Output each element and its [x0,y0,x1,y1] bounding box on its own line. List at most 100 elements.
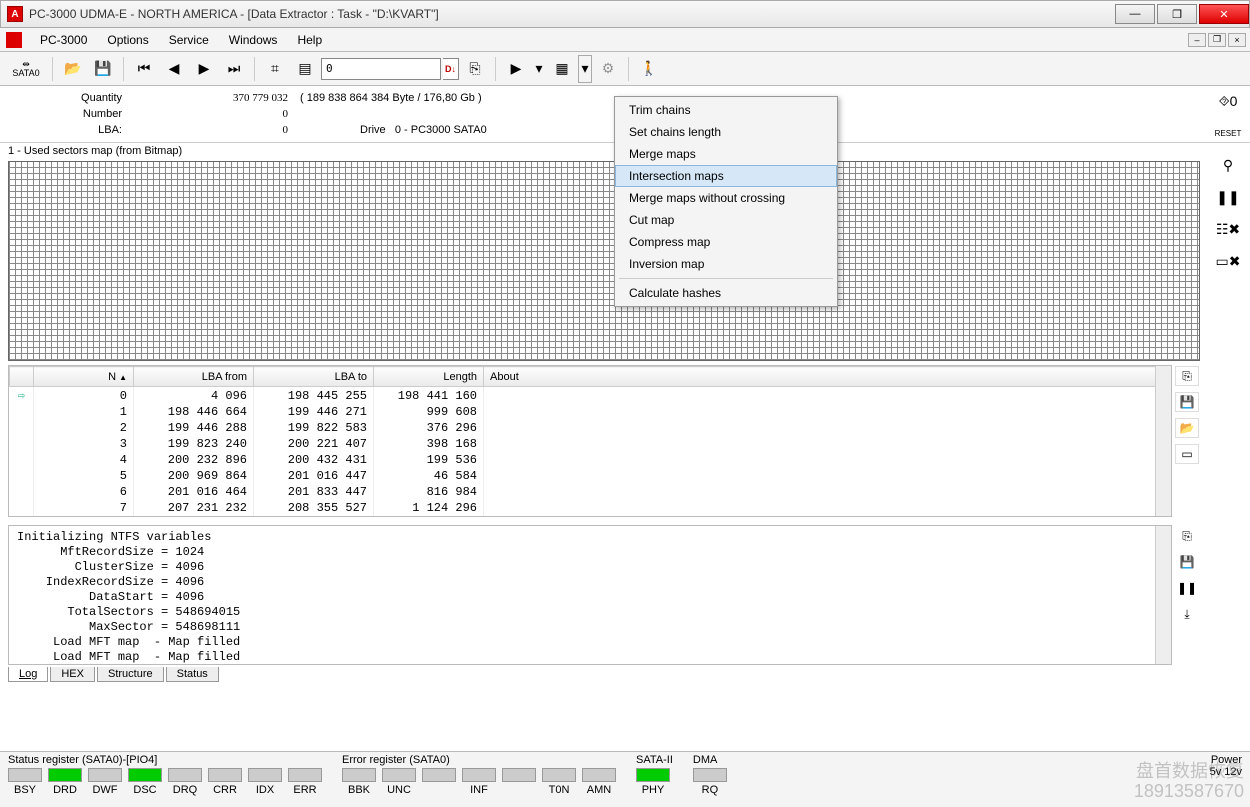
log-export-icon[interactable]: ⎘ [1175,526,1199,546]
context-menu-item-intersection-maps[interactable]: Intersection maps [615,165,837,187]
led-icon [8,768,42,782]
table-row[interactable]: 2199 446 288199 822 583376 296 [10,420,1171,436]
minimize-button[interactable]: — [1115,4,1155,24]
menubar: PC-3000 Options Service Windows Help – ❐… [0,28,1250,52]
grid-view-icon[interactable]: ▦ [548,55,576,83]
nav-first-icon[interactable]: ⏮ [130,55,158,83]
table-doc-icon[interactable]: ▭ [1175,444,1199,464]
table-row[interactable]: 4200 232 896200 432 431199 536 [10,452,1171,468]
tab-status[interactable]: Status [166,667,219,682]
status-reg-crr: CRR [208,768,242,796]
app-icon-small [6,32,22,48]
power-value: 5v 12v [1210,766,1242,778]
tab-hex[interactable]: HEX [50,667,95,682]
col-about[interactable]: About [484,367,1171,387]
context-menu: Trim chainsSet chains lengthMerge mapsIn… [614,96,838,307]
context-menu-item-merge-maps-without-crossing[interactable]: Merge maps without crossing [615,187,837,209]
menu-service[interactable]: Service [159,31,219,49]
menu-help[interactable]: Help [287,31,332,49]
nav-next-icon[interactable]: ▶ [190,55,218,83]
tab-log[interactable]: Log [8,667,48,682]
window-title: PC-3000 UDMA-E - NORTH AMERICA - [Data E… [29,7,1113,21]
log-save-icon[interactable]: 💾 [1175,552,1199,572]
table-open-icon[interactable]: 📂 [1175,418,1199,438]
menu-windows[interactable]: Windows [219,31,288,49]
table-row[interactable]: ⇨04 096198 445 255198 441 160 [10,387,1171,405]
play-icon[interactable]: ▶ [502,55,530,83]
status-reg-drq: DRQ [168,768,202,796]
dropdown-icon[interactable]: ▾ [578,55,592,83]
lba-input[interactable] [321,58,441,80]
mdi-close-button[interactable]: × [1228,33,1246,47]
table-row[interactable]: 5200 969 864201 016 44746 584 [10,468,1171,484]
led-icon [502,768,536,782]
led-icon [636,768,670,782]
reset-icon[interactable]: RESET [1214,122,1242,144]
lba-assist-icon[interactable]: D↓ [443,58,459,80]
exit-icon[interactable]: 🚶 [635,55,663,83]
pin-icon[interactable]: ⚲ [1214,154,1242,176]
error-reg-inf: INF [462,768,496,796]
log-pause-icon[interactable]: ❚❚ [1175,578,1199,598]
led-icon [88,768,122,782]
list-sel-icon[interactable]: ▤ [291,55,319,83]
context-menu-item-compress-map[interactable]: Compress map [615,231,837,253]
col-n[interactable]: N ▲ [34,367,134,387]
table-row[interactable]: 7207 231 232208 355 5271 124 296 [10,500,1171,516]
context-menu-item-trim-chains[interactable]: Trim chains [615,99,837,121]
table-row[interactable]: 3199 823 240200 221 407398 168 [10,436,1171,452]
log-scrollbar[interactable] [1155,526,1171,664]
menu-pc3000[interactable]: PC-3000 [30,31,97,49]
quantity-value: 370 779 032 [130,92,300,104]
led-icon [542,768,576,782]
export-icon[interactable]: ⎘ [461,55,489,83]
number-value: 0 [130,108,300,120]
grid-target-icon[interactable]: ⌗ [261,55,289,83]
pause-icon[interactable]: ❚❚ [1214,186,1242,208]
led-icon [382,768,416,782]
error-reg-title: Error register (SATA0) [342,754,616,766]
col-lba-from[interactable]: LBA from [134,367,254,387]
error-reg-blank [422,768,456,796]
context-menu-item-set-chains-length[interactable]: Set chains length [615,121,837,143]
tools-icon[interactable]: ⚙ [594,55,622,83]
table-save-icon[interactable]: 💾 [1175,392,1199,412]
mdi-minimize-button[interactable]: – [1188,33,1206,47]
context-menu-item-cut-map[interactable]: Cut map [615,209,837,231]
open-icon[interactable]: 📂 [59,55,87,83]
save-icon[interactable]: 💾 [89,55,117,83]
status-reg-title: Status register (SATA0)-[PIO4] [8,754,322,766]
table-row[interactable]: 1198 446 664199 446 271999 608 [10,404,1171,420]
status-reg-idx: IDX [248,768,282,796]
menu-options[interactable]: Options [97,31,158,49]
led-icon [208,768,242,782]
table-scrollbar[interactable] [1155,366,1171,516]
marker-zero-icon[interactable]: ⯑0 [1214,90,1242,112]
chain-table: N ▲ LBA from LBA to Length About ⇨04 096… [8,365,1172,517]
status-bar: Status register (SATA0)-[PIO4] BSYDRDDWF… [0,751,1250,807]
maximize-button[interactable]: ❐ [1157,4,1197,24]
play-dropdown-icon[interactable]: ▾ [532,55,546,83]
page-x-icon[interactable]: ▭✖ [1214,250,1242,272]
context-menu-item-merge-maps[interactable]: Merge maps [615,143,837,165]
nav-last-icon[interactable]: ⏭ [220,55,248,83]
col-length[interactable]: Length [374,367,484,387]
status-reg-dsc: DSC [128,768,162,796]
log-down-icon[interactable]: ⤓ [1175,604,1199,624]
led-icon [248,768,282,782]
led-icon [128,768,162,782]
led-icon [462,768,496,782]
context-menu-item-inversion-map[interactable]: Inversion map [615,253,837,275]
sector-map[interactable] [8,161,1200,361]
mdi-restore-button[interactable]: ❐ [1208,33,1226,47]
col-lba-to[interactable]: LBA to [254,367,374,387]
tab-structure[interactable]: Structure [97,667,164,682]
number-label: Number [10,108,130,120]
context-menu-item-calculate-hashes[interactable]: Calculate hashes [615,282,837,304]
sata-port-button[interactable]: ⇹SATA0 [6,55,46,83]
close-button[interactable]: ✕ [1199,4,1249,24]
chart-icon[interactable]: ☷✖ [1214,218,1242,240]
table-export-icon[interactable]: ⎘ [1175,366,1199,386]
table-row[interactable]: 6201 016 464201 833 447816 984 [10,484,1171,500]
nav-prev-icon[interactable]: ◀ [160,55,188,83]
